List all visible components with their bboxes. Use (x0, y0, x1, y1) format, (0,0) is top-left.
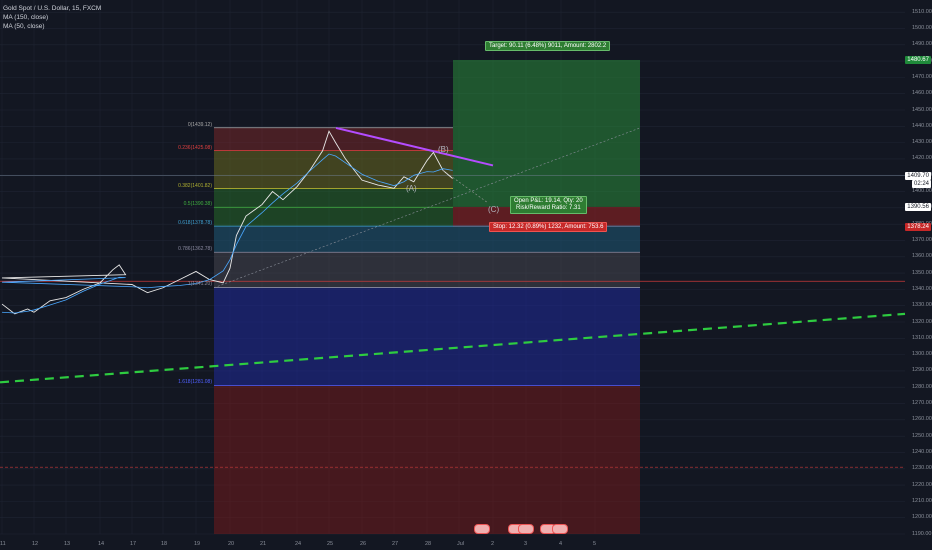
price-tick-label: 1330.00 (912, 302, 932, 309)
open-pnl-text: Open P&L: 19.14, Qty: 20 (514, 198, 583, 204)
price-tick-label: 1290.00 (912, 367, 932, 374)
ma-50-label[interactable]: MA (50, close) (3, 22, 101, 31)
trade-zones (214, 59, 640, 534)
target-label[interactable]: Target: 90.11 (6.48%) 9011, Amount: 2802… (485, 41, 611, 51)
price-tick-label: 1340.00 (912, 285, 932, 292)
time-tick-label: 18 (161, 541, 168, 547)
price-axis-badge: 1378.24 (905, 223, 931, 232)
event-badge-icon[interactable] (552, 524, 568, 534)
price-chart[interactable] (0, 0, 932, 550)
time-tick-label: 19 (194, 541, 201, 547)
target-zone (453, 59, 640, 207)
time-tick-label: 21 (260, 541, 267, 547)
price-tick-label: 1310.00 (912, 334, 932, 341)
time-tick-label: 24 (295, 541, 302, 547)
fib-zone (214, 252, 640, 288)
fib-level-label: 1(1341.20) (187, 281, 212, 288)
price-tick-label: 1400.00 (912, 188, 932, 195)
fib-level-label: 0.382(1401.82) (178, 182, 212, 189)
price-tick-label: 1450.00 (912, 106, 932, 113)
price-tick-label: 1470.00 (912, 73, 932, 80)
wave-label-a: (A) (406, 184, 417, 193)
time-tick-label: 12 (32, 541, 39, 547)
price-axis-badge: 1409.70 (905, 171, 931, 180)
price-tick-label: 1260.00 (912, 416, 932, 423)
time-tick-label: 5 (593, 541, 597, 547)
price-axis-badge: 02:24 (911, 180, 931, 189)
price-tick-label: 1370.00 (912, 236, 932, 243)
ma-150-label[interactable]: MA (150, close) (3, 13, 101, 22)
price-tick-label: 1350.00 (912, 269, 932, 276)
price-tick-label: 1240.00 (912, 448, 932, 455)
wave-label-b: (B) (438, 145, 449, 154)
price-tick-label: 1200.00 (912, 514, 932, 521)
fib-level-label: 0.5(1390.38) (183, 201, 212, 208)
time-tick-label: 2 (491, 541, 495, 547)
price-axis-badge: 1480.67 (905, 55, 931, 64)
price-tick-label: 1220.00 (912, 481, 932, 488)
fib-zone (214, 287, 640, 386)
time-tick-label: Jul (457, 541, 465, 547)
symbol-title[interactable]: Gold Spot / U.S. Dollar, 15, FXCM (3, 4, 101, 13)
price-tick-label: 1280.00 (912, 383, 932, 390)
price-tick-label: 1490.00 (912, 41, 932, 48)
stop-label[interactable]: Stop: 12.32 (0.89%) 1232, Amount: 753.6 (489, 222, 608, 232)
time-tick-label: 4 (559, 541, 563, 547)
event-badge-icon[interactable] (474, 524, 490, 534)
price-tick-label: 1190.00 (912, 530, 932, 537)
time-tick-label: 25 (327, 541, 334, 547)
price-tick-label: 1440.00 (912, 122, 932, 129)
time-tick-label: 20 (228, 541, 235, 547)
price-tick-label: 1230.00 (912, 465, 932, 472)
price-tick-label: 1270.00 (912, 400, 932, 407)
time-tick-label: 26 (360, 541, 367, 547)
fib-level-label: 0.236(1425.08) (178, 144, 212, 151)
time-tick-label: 17 (130, 541, 137, 547)
price-tick-label: 1460.00 (912, 90, 932, 97)
fib-zone (214, 385, 640, 534)
price-tick-label: 1420.00 (912, 155, 932, 162)
open-pnl-label[interactable]: Open P&L: 19.14, Qty: 20 Risk/Reward Rat… (510, 196, 587, 214)
risk-reward-text: Risk/Reward Ratio: 7.31 (516, 205, 581, 211)
price-tick-label: 1300.00 (912, 351, 932, 358)
price-tick-label: 1500.00 (912, 24, 932, 31)
time-tick-label: 14 (98, 541, 105, 547)
fib-level-label: 0.618(1378.78) (178, 220, 212, 227)
price-tick-label: 1320.00 (912, 318, 932, 325)
chart-legend: Gold Spot / U.S. Dollar, 15, FXCM MA (15… (3, 4, 101, 31)
fib-level-label: 1.618(1281.08) (178, 379, 212, 386)
event-badge-icon[interactable] (518, 524, 534, 534)
fib-level-label: 0.786(1362.78) (178, 246, 212, 253)
price-tick-label: 1210.00 (912, 497, 932, 504)
price-tick-label: 1430.00 (912, 139, 932, 146)
time-tick-label: 11 (0, 541, 6, 547)
time-tick-label: 28 (425, 541, 432, 547)
wave-label-c: (C) (488, 205, 500, 214)
time-tick-label: 3 (524, 541, 528, 547)
price-tick-label: 1510.00 (912, 8, 932, 15)
price-axis-badge: 1390.56 (905, 202, 931, 211)
fib-level-label: 0(1439.12) (187, 121, 212, 128)
price-tick-label: 1360.00 (912, 253, 932, 260)
time-tick-label: 13 (64, 541, 71, 547)
fib-zone (214, 150, 453, 189)
price-tick-label: 1250.00 (912, 432, 932, 439)
time-tick-label: 27 (392, 541, 399, 547)
